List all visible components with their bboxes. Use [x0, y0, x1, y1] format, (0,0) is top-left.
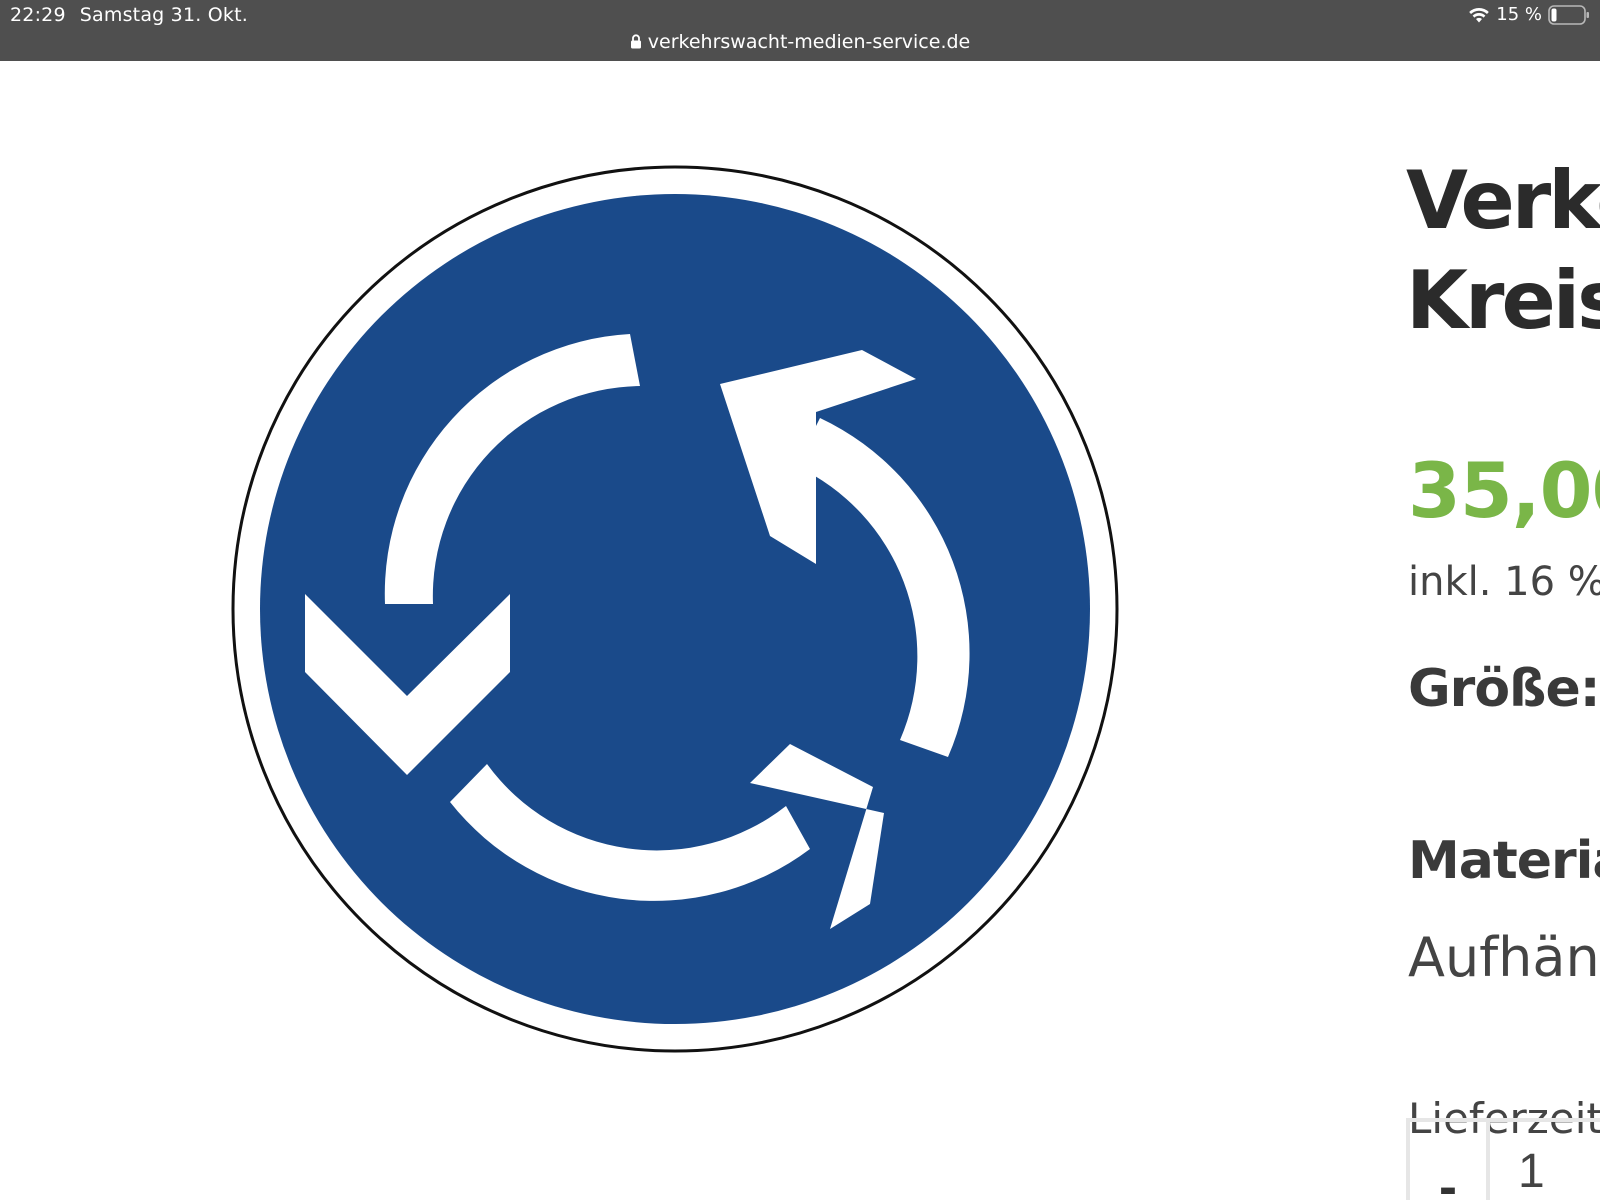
product-title-line2: Kreisv: [1406, 254, 1600, 347]
address-bar[interactable]: verkehrswacht-medien-service.de: [0, 31, 1600, 53]
status-time: 22:29: [10, 4, 66, 26]
quantity-decrement-button[interactable]: -: [1410, 1122, 1490, 1200]
material-label: Materia: [1408, 831, 1600, 891]
quantity-stepper[interactable]: - 1: [1406, 1118, 1600, 1200]
battery-percent: 15 %: [1496, 4, 1542, 25]
roundabout-sign-image: [231, 165, 1119, 1053]
url-text[interactable]: verkehrswacht-medien-service.de: [648, 31, 970, 53]
size-label: Größe:: [1408, 659, 1600, 719]
product-price: 35,00: [1408, 446, 1600, 535]
material-value[interactable]: Aufhäng: [1408, 926, 1600, 989]
tax-note: inkl. 16 %: [1408, 559, 1600, 605]
lock-icon: [630, 34, 641, 49]
battery-icon: [1548, 4, 1589, 25]
product-page: Verke Kreisv 35,00 inkl. 16 % Größe: Mat…: [0, 61, 1600, 1200]
status-right: 15 %: [1468, 4, 1590, 25]
status-bar: 22:29 Samstag 31. Okt. 15 % verkehrswacht…: [0, 0, 1600, 61]
status-date: Samstag 31. Okt.: [79, 4, 248, 26]
status-left: 22:29 Samstag 31. Okt.: [10, 4, 248, 26]
product-title-line1: Verke: [1406, 154, 1600, 247]
quantity-input[interactable]: 1: [1518, 1122, 1545, 1200]
product-info: Verke Kreisv 35,00 inkl. 16 % Größe: Mat…: [1406, 151, 1600, 1181]
product-title: Verke Kreisv: [1406, 151, 1600, 351]
wifi-icon: [1469, 7, 1490, 22]
